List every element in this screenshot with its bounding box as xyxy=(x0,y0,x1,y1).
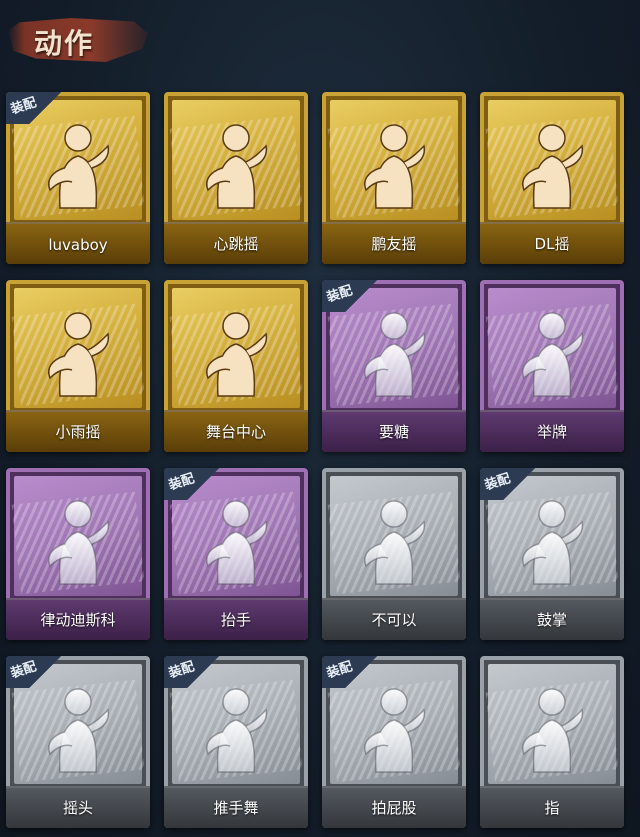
emote-card[interactable]: 抬手 装配 xyxy=(164,468,308,640)
equipped-badge: 装配 xyxy=(6,92,66,124)
emote-name: 心跳摇 xyxy=(213,235,259,253)
emote-name: 抬手 xyxy=(220,611,251,629)
section-header: 动作 xyxy=(8,12,148,64)
emote-card[interactable]: 推手舞 装配 xyxy=(164,656,308,828)
emote-name: 律动迪斯科 xyxy=(40,611,116,629)
emote-name: 鹏友摇 xyxy=(371,235,417,253)
section-title: 动作 xyxy=(34,27,95,60)
equipped-badge-label: 装配 xyxy=(482,471,513,494)
emote-name: 拍屁股 xyxy=(371,799,417,817)
emote-name: DL摇 xyxy=(534,235,570,253)
equipped-badge-label: 装配 xyxy=(324,283,355,306)
emote-name: 要糖 xyxy=(378,423,409,441)
emote-name: 不可以 xyxy=(371,611,417,629)
equipped-badge-label: 装配 xyxy=(166,471,197,494)
emote-card[interactable]: DL摇 xyxy=(480,92,624,264)
emote-card[interactable]: 小雨摇 xyxy=(6,280,150,452)
emote-card[interactable]: 要糖 装配 xyxy=(322,280,466,452)
equipped-badge: 装配 xyxy=(480,468,540,500)
emote-card[interactable]: 舞台中心 xyxy=(164,280,308,452)
equipped-badge-label: 装配 xyxy=(166,659,197,682)
equipped-badge: 装配 xyxy=(6,656,66,688)
emote-name: luvaboy xyxy=(48,236,108,254)
emote-card[interactable]: 拍屁股 装配 xyxy=(322,656,466,828)
emote-card[interactable]: 不可以 xyxy=(322,468,466,640)
emote-name: 指 xyxy=(544,799,560,817)
emote-card[interactable]: 指 xyxy=(480,656,624,828)
equipped-badge-label: 装配 xyxy=(8,95,39,118)
equipped-badge: 装配 xyxy=(164,468,224,500)
emote-card[interactable]: 鼓掌 装配 xyxy=(480,468,624,640)
emote-card[interactable]: 举牌 xyxy=(480,280,624,452)
emote-name: 舞台中心 xyxy=(205,423,266,441)
emote-card[interactable]: 律动迪斯科 xyxy=(6,468,150,640)
emote-name: 推手舞 xyxy=(213,799,259,817)
equipped-badge: 装配 xyxy=(164,656,224,688)
emote-card[interactable]: 摇头 装配 xyxy=(6,656,150,828)
emote-name: 摇头 xyxy=(62,799,93,817)
equipped-badge-label: 装配 xyxy=(8,659,39,682)
emote-card[interactable]: 心跳摇 xyxy=(164,92,308,264)
emote-name: 小雨摇 xyxy=(55,423,101,441)
emote-card[interactable]: luvaboy 装配 xyxy=(6,92,150,264)
equipped-badge: 装配 xyxy=(322,280,382,312)
equipped-badge-label: 装配 xyxy=(324,659,355,682)
emote-name: 鼓掌 xyxy=(536,611,567,629)
emote-name: 举牌 xyxy=(536,423,567,441)
equipped-badge: 装配 xyxy=(322,656,382,688)
emote-card[interactable]: 鹏友摇 xyxy=(322,92,466,264)
